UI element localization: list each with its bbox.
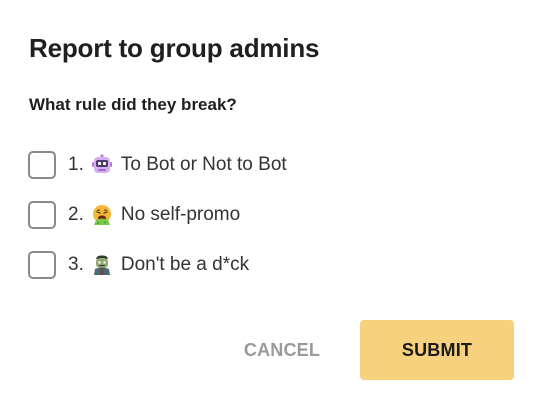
cancel-button[interactable]: CANCEL xyxy=(232,320,332,380)
rule-number: 3. xyxy=(68,254,84,275)
rule-option-1[interactable]: 1. To Bot or Not to Bot xyxy=(28,150,287,180)
rule-label-1: To Bot or Not to Bot xyxy=(120,154,287,175)
zombie-emoji-icon xyxy=(91,254,113,276)
rule-checkbox-2[interactable] xyxy=(28,201,56,229)
rule-option-3[interactable]: 3. Don't be a d*ck xyxy=(28,250,287,280)
rule-option-2[interactable]: 2. No self-promo xyxy=(28,200,287,230)
report-dialog: Report to group admins What rule did the… xyxy=(0,0,538,408)
vomiting-face-icon xyxy=(91,204,113,226)
rule-number: 2. xyxy=(68,204,84,225)
dialog-title: Report to group admins xyxy=(29,33,320,63)
submit-button[interactable]: SUBMIT xyxy=(360,320,514,380)
rule-label-2: No self-promo xyxy=(120,204,241,225)
rule-label-3: Don't be a d*ck xyxy=(120,254,250,275)
rule-question: What rule did they break? xyxy=(29,95,237,114)
rule-checkbox-3[interactable] xyxy=(28,251,56,279)
rules-list: 1. To Bot or Not to Bot 2. No self-promo… xyxy=(28,150,287,300)
rule-checkbox-1[interactable] xyxy=(28,151,56,179)
rule-number: 1. xyxy=(68,154,84,175)
robot-emoji-icon xyxy=(91,154,113,176)
